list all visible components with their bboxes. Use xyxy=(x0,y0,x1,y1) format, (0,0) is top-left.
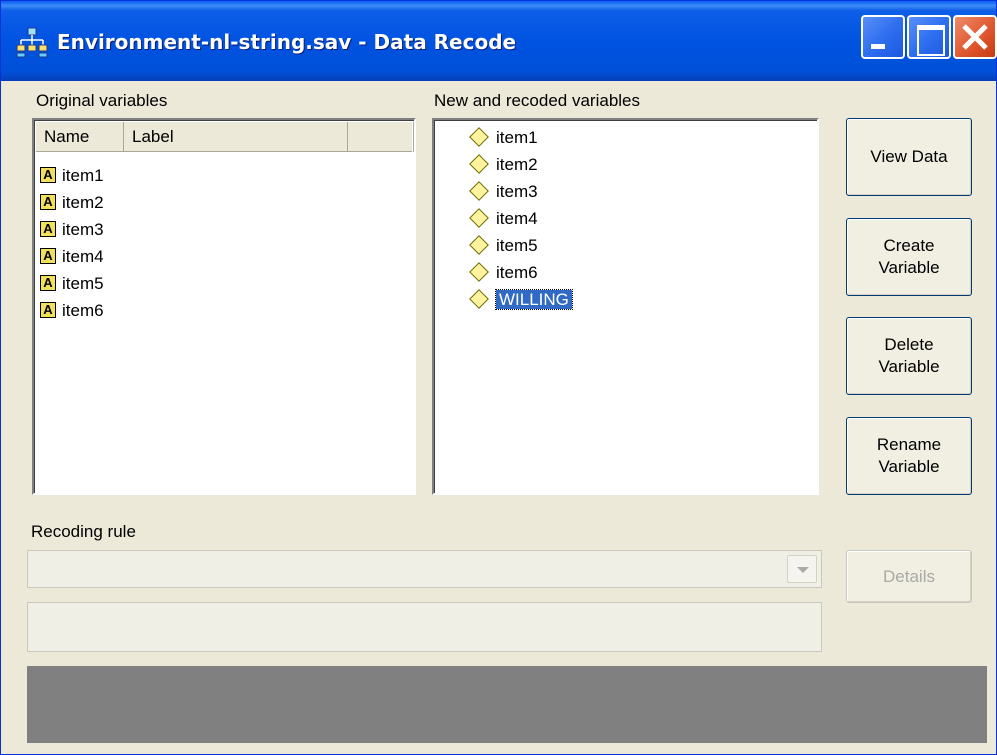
list-item-name: item4 xyxy=(62,247,104,266)
hierarchy-icon xyxy=(16,27,48,58)
tree-item-label: item1 xyxy=(496,128,538,147)
original-variables-list[interactable]: Name Label Aitem1 Aitem2 Aitem3 Aitem4 A… xyxy=(32,118,416,495)
string-type-icon: A xyxy=(40,193,56,210)
variable-diamond-icon xyxy=(469,234,489,255)
variable-diamond-icon xyxy=(469,126,489,147)
rename-variable-label-line1: Rename xyxy=(876,435,942,454)
list-item-name: item1 xyxy=(62,166,104,185)
tree-item-label: WILLING xyxy=(495,289,573,310)
list-item-name: item5 xyxy=(62,274,104,293)
list-item[interactable]: Aitem4 xyxy=(40,243,104,270)
close-icon xyxy=(962,24,988,50)
rename-variable-label-line2: Variable xyxy=(878,457,940,476)
variable-diamond-icon xyxy=(469,288,489,309)
create-variable-label-line1: Create xyxy=(883,236,935,255)
view-data-label: View Data xyxy=(870,147,948,166)
string-type-icon: A xyxy=(40,274,56,291)
details-label: Details xyxy=(883,566,935,586)
string-type-icon: A xyxy=(40,220,56,237)
variable-diamond-icon xyxy=(469,153,489,174)
list-item-name: item3 xyxy=(62,220,104,239)
list-item-name: item6 xyxy=(62,301,104,320)
column-header-extra[interactable] xyxy=(348,122,414,152)
variable-diamond-icon xyxy=(469,261,489,282)
string-type-icon: A xyxy=(40,247,56,264)
list-item-name: item2 xyxy=(62,193,104,212)
list-item[interactable]: Aitem5 xyxy=(40,270,104,297)
create-variable-button[interactable]: Create Variable xyxy=(846,218,972,296)
tree-item[interactable]: item4 xyxy=(468,205,538,232)
details-button[interactable]: Details xyxy=(846,550,972,603)
delete-variable-label-line2: Variable xyxy=(878,357,940,376)
tree-item[interactable]: item6 xyxy=(468,259,538,286)
column-header: Name Label xyxy=(36,122,414,152)
tree-item[interactable]: item1 xyxy=(468,124,538,151)
list-item[interactable]: Aitem6 xyxy=(40,297,104,324)
recoding-rule-dropdown[interactable] xyxy=(27,550,822,588)
title-bar[interactable]: Environment-nl-string.sav - Data Recode xyxy=(1,1,997,81)
tree-item[interactable]: item2 xyxy=(468,151,538,178)
variable-diamond-icon xyxy=(469,207,489,228)
recoding-rule-label: Recoding rule xyxy=(31,522,136,541)
tree-item-label: item5 xyxy=(496,236,538,255)
variable-diamond-icon xyxy=(469,180,489,201)
window-title: Environment-nl-string.sav - Data Recode xyxy=(57,30,517,54)
status-panel xyxy=(27,666,987,743)
string-type-icon: A xyxy=(40,301,56,318)
close-button[interactable] xyxy=(953,15,997,59)
tree-item[interactable]: item5 xyxy=(468,232,538,259)
list-item[interactable]: Aitem2 xyxy=(40,189,104,216)
create-variable-label-line2: Variable xyxy=(878,258,940,277)
list-item[interactable]: Aitem3 xyxy=(40,216,104,243)
tree-item-selected[interactable]: WILLING xyxy=(468,286,573,313)
list-item[interactable]: Aitem1 xyxy=(40,162,104,189)
delete-variable-label-line1: Delete xyxy=(884,335,934,354)
delete-variable-button[interactable]: Delete Variable xyxy=(846,317,972,395)
view-data-button[interactable]: View Data xyxy=(846,118,972,196)
recoding-rule-detail-box xyxy=(27,602,822,652)
minimize-button[interactable] xyxy=(861,15,905,59)
tree-item-label: item2 xyxy=(496,155,538,174)
data-recode-window: Environment-nl-string.sav - Data Recode … xyxy=(0,0,997,755)
recoded-variables-label: New and recoded variables xyxy=(434,91,641,110)
tree-item-label: item6 xyxy=(496,263,538,282)
maximize-button[interactable] xyxy=(907,15,951,59)
tree-item[interactable]: item3 xyxy=(468,178,538,205)
string-type-icon: A xyxy=(40,166,56,183)
tree-item-label: item3 xyxy=(496,182,538,201)
chevron-down-icon[interactable] xyxy=(787,555,817,583)
rename-variable-button[interactable]: Rename Variable xyxy=(846,417,972,495)
recoded-variables-tree[interactable]: item1 item2 item3 item4 item5 item6 WILL… xyxy=(432,118,819,495)
tree-item-label: item4 xyxy=(496,209,538,228)
column-header-name[interactable]: Name xyxy=(36,122,124,152)
column-header-label[interactable]: Label xyxy=(124,122,348,152)
original-variables-label: Original variables xyxy=(36,91,168,110)
